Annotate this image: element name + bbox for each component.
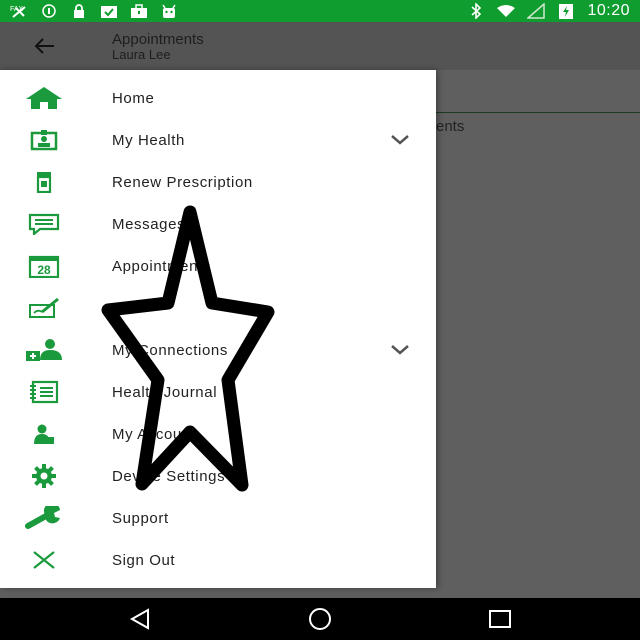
phone-screen: FAX xyxy=(0,0,640,640)
background-tab-label: ents xyxy=(436,118,465,135)
home-icon xyxy=(24,85,64,111)
drawer-item-my-account[interactable]: My Account xyxy=(0,413,436,455)
drawer-item-my-connections[interactable]: My Connections xyxy=(0,329,436,371)
drawer-item-label: Messages xyxy=(112,215,186,233)
add-people-icon xyxy=(24,337,64,363)
nav-recents-button[interactable] xyxy=(480,604,520,634)
android-icon xyxy=(160,4,178,18)
drawer-item-label: Support xyxy=(112,509,169,527)
sign-pen-icon xyxy=(24,295,64,321)
info-icon xyxy=(40,4,58,18)
nav-home-button[interactable] xyxy=(300,604,340,634)
drawer-item-messages[interactable]: Messages xyxy=(0,203,436,245)
id-card-icon xyxy=(24,127,64,153)
fax-icon: FAX xyxy=(10,4,28,18)
drawer-item-label: Sign Out xyxy=(112,551,176,569)
account-icon xyxy=(24,421,64,447)
drawer-item-label: My Connections xyxy=(112,341,228,359)
drawer-item-appointments[interactable]: 28 Appointments xyxy=(0,245,436,287)
gear-icon xyxy=(24,463,64,489)
drawer-item-label: Renew Prescription xyxy=(112,173,253,191)
wifi-icon xyxy=(497,4,516,18)
system-nav-bar xyxy=(0,598,640,640)
journal-icon xyxy=(24,379,64,405)
pill-bottle-icon xyxy=(24,169,64,195)
navigation-drawer: Home My Health Renew Prescription Messag… xyxy=(0,70,436,588)
chevron-down-icon[interactable] xyxy=(388,341,412,359)
calendar-icon: 28 xyxy=(24,253,64,279)
signal-icon xyxy=(527,3,546,19)
battery-charging-icon xyxy=(557,4,575,19)
drawer-item-label: Device Settings xyxy=(112,467,226,485)
nav-back-button[interactable] xyxy=(120,604,160,634)
drawer-item-support[interactable]: Support xyxy=(0,497,436,539)
briefcase-icon xyxy=(130,4,148,18)
drawer-item-label: Appointments xyxy=(112,257,211,275)
page-title: Appointments xyxy=(112,30,204,48)
page-subtitle: Laura Lee xyxy=(112,46,171,62)
drawer-item-label: My Account xyxy=(112,425,196,443)
bluetooth-icon xyxy=(467,3,485,19)
message-icon xyxy=(24,211,64,237)
drawer-item-sign[interactable] xyxy=(0,287,436,329)
status-bar: FAX xyxy=(0,0,640,22)
drawer-item-device-settings[interactable]: Device Settings xyxy=(0,455,436,497)
drawer-item-label: Home xyxy=(112,89,155,107)
circle-home-icon xyxy=(309,608,331,630)
drawer-item-label: Health Journal xyxy=(112,383,218,401)
drawer-item-home[interactable]: Home xyxy=(0,77,436,119)
close-icon xyxy=(24,547,64,573)
svg-text:28: 28 xyxy=(37,263,51,277)
title-block: Appointments Laura Lee xyxy=(112,31,204,62)
lock-icon xyxy=(70,4,88,18)
status-time: 10:20 xyxy=(587,2,630,19)
triangle-back-icon xyxy=(129,608,149,630)
drawer-item-renew-prescription[interactable]: Renew Prescription xyxy=(0,161,436,203)
back-arrow-icon xyxy=(34,38,54,54)
drawer-item-health-journal[interactable]: Health Journal xyxy=(0,371,436,413)
drawer-item-my-health[interactable]: My Health xyxy=(0,119,436,161)
back-button[interactable] xyxy=(24,26,64,66)
drawer-item-label: My Health xyxy=(112,131,185,149)
square-recents-icon xyxy=(489,610,511,628)
drawer-menu: Home My Health Renew Prescription Messag… xyxy=(0,70,436,581)
drawer-item-sign-out[interactable]: Sign Out xyxy=(0,539,436,581)
clipboard-icon xyxy=(100,4,118,18)
tab-indicator xyxy=(436,112,640,113)
chevron-down-icon[interactable] xyxy=(388,131,412,149)
app-bar: Appointments Laura Lee xyxy=(0,22,640,70)
wrench-icon xyxy=(24,505,64,531)
